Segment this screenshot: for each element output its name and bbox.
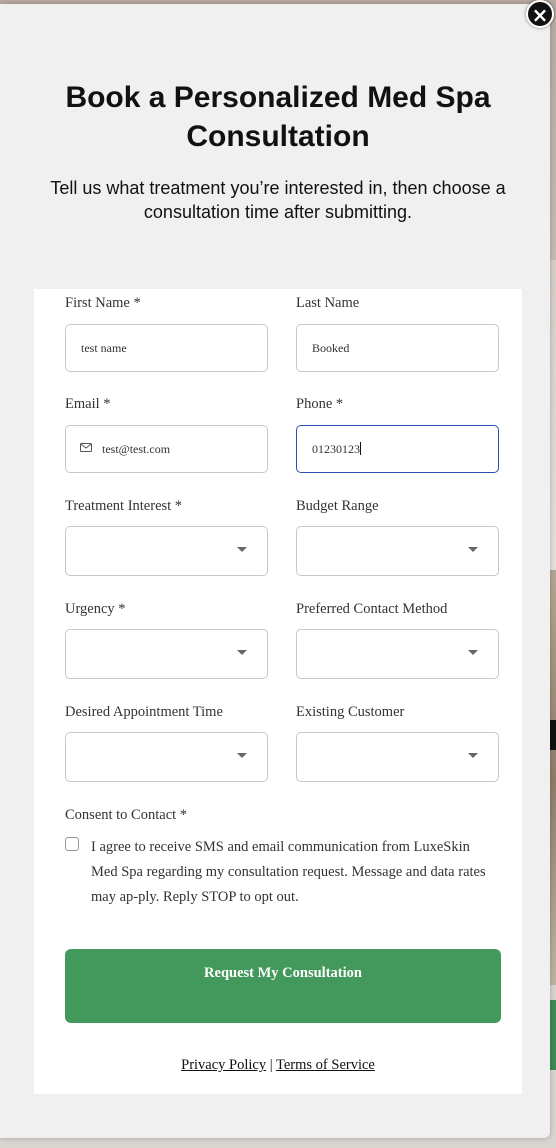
chevron-down-icon bbox=[237, 753, 247, 758]
desired-time-select[interactable] bbox=[65, 732, 268, 782]
preferred-contact-select[interactable] bbox=[296, 629, 499, 679]
close-icon[interactable]: × bbox=[526, 0, 554, 28]
existing-customer-label: Existing Customer bbox=[296, 704, 405, 720]
consultation-form: First Name * test name Last Name Booked … bbox=[34, 289, 522, 1094]
footer-links: Privacy Policy | Terms of Service bbox=[34, 1057, 522, 1074]
treatment-interest-label: Treatment Interest * bbox=[65, 498, 183, 514]
preferred-contact-label: Preferred Contact Method bbox=[296, 601, 448, 617]
chevron-down-icon bbox=[237, 547, 247, 552]
consent-checkbox[interactable] bbox=[65, 837, 79, 851]
terms-of-service-link[interactable]: Terms of Service bbox=[276, 1057, 375, 1073]
urgency-select[interactable] bbox=[65, 629, 268, 679]
first-name-value: test name bbox=[81, 341, 127, 355]
chevron-down-icon bbox=[468, 547, 478, 552]
phone-label: Phone * bbox=[296, 396, 344, 412]
budget-range-select[interactable] bbox=[296, 526, 499, 576]
first-name-field[interactable]: test name bbox=[65, 324, 268, 372]
treatment-interest-select[interactable] bbox=[65, 526, 268, 576]
desired-time-label: Desired Appointment Time bbox=[65, 704, 223, 720]
last-name-field[interactable]: Booked bbox=[296, 324, 499, 372]
last-name-value: Booked bbox=[312, 341, 350, 355]
chevron-down-icon bbox=[237, 650, 247, 655]
email-field[interactable]: test@test.com bbox=[65, 425, 268, 473]
text-cursor bbox=[360, 442, 361, 455]
consultation-modal: Book a Personalized Med Spa Consultation… bbox=[0, 4, 550, 1138]
mail-icon bbox=[80, 443, 92, 452]
consent-label: Consent to Contact * bbox=[65, 807, 188, 823]
chevron-down-icon bbox=[468, 650, 478, 655]
consent-text: I agree to receive SMS and email communi… bbox=[91, 839, 486, 905]
request-consultation-button[interactable]: Request My Consultation bbox=[65, 949, 501, 1023]
urgency-label: Urgency * bbox=[65, 601, 126, 617]
budget-range-label: Budget Range bbox=[296, 498, 379, 514]
privacy-policy-link[interactable]: Privacy Policy bbox=[181, 1057, 266, 1073]
existing-customer-select[interactable] bbox=[296, 732, 499, 782]
modal-title: Book a Personalized Med Spa Consultation bbox=[65, 81, 491, 153]
modal-subtitle: Tell us what treatment you’re interested… bbox=[50, 178, 506, 222]
phone-value: 01230123 bbox=[312, 442, 361, 457]
submit-button-label: Request My Consultation bbox=[204, 965, 362, 981]
email-value: test@test.com bbox=[102, 442, 171, 456]
background-button-right bbox=[550, 1000, 556, 1070]
phone-value-text: 01230123 bbox=[312, 442, 360, 456]
email-label: Email * bbox=[65, 396, 111, 412]
link-separator: | bbox=[269, 1057, 273, 1073]
phone-field[interactable]: 01230123 bbox=[296, 425, 499, 473]
background-element-right bbox=[550, 720, 556, 750]
chevron-down-icon bbox=[468, 753, 478, 758]
last-name-label: Last Name bbox=[296, 295, 360, 311]
first-name-label: First Name * bbox=[65, 295, 141, 311]
